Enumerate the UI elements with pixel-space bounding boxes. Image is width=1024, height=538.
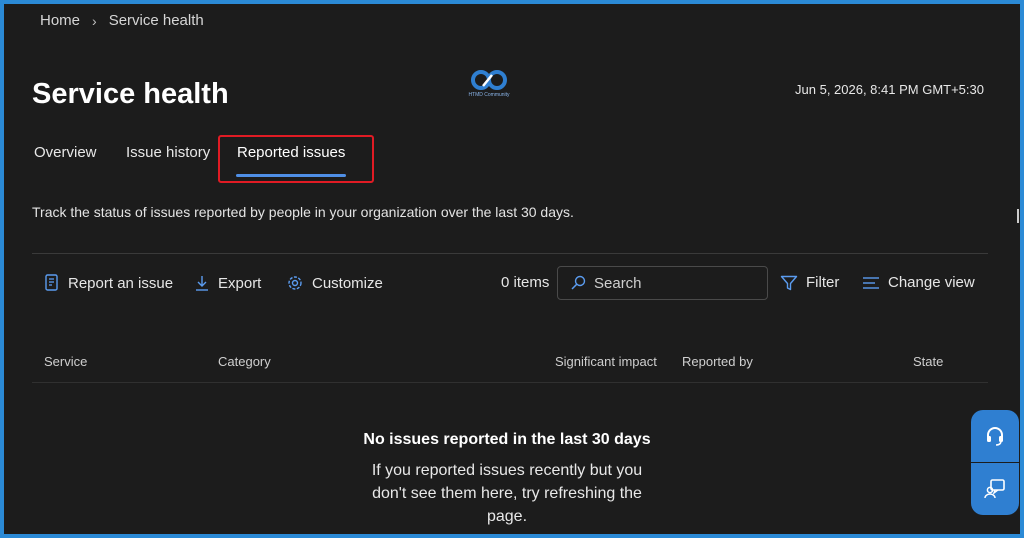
- filter-button[interactable]: Filter: [780, 274, 839, 291]
- export-button[interactable]: Export: [194, 274, 261, 292]
- feedback-button[interactable]: [971, 463, 1019, 515]
- report-icon: [45, 274, 58, 291]
- report-issue-button[interactable]: Report an issue: [44, 274, 173, 292]
- column-header-category[interactable]: Category: [218, 354, 271, 369]
- scroll-edge-marker: [1017, 209, 1019, 223]
- headset-icon: [987, 427, 1003, 446]
- app-window: Home › Service health HTMD Community Ser…: [4, 4, 1020, 534]
- gear-icon: [288, 276, 302, 290]
- help-support-button[interactable]: [971, 410, 1019, 462]
- table-header-divider: [32, 382, 988, 383]
- tab-overview[interactable]: Overview: [34, 144, 97, 161]
- column-header-state[interactable]: State: [913, 354, 943, 369]
- tab-issue-history[interactable]: Issue history: [126, 144, 210, 161]
- breadcrumb-current: Service health: [108, 12, 204, 29]
- export-label: Export: [218, 274, 262, 292]
- page-title: Service health: [32, 78, 229, 110]
- report-issue-label: Report an issue: [68, 274, 174, 292]
- customize-button[interactable]: Customize: [286, 274, 383, 292]
- filter-icon: [780, 275, 798, 290]
- download-icon: [196, 276, 208, 291]
- feedback-icon: [984, 479, 1005, 499]
- search-input[interactable]: [594, 274, 754, 292]
- column-header-significant-impact[interactable]: Significant impact: [555, 354, 657, 369]
- empty-state-title: No issues reported in the last 30 days: [363, 431, 651, 448]
- list-view-icon: [863, 276, 879, 289]
- search-box[interactable]: [557, 266, 768, 300]
- customize-label: Customize: [312, 274, 383, 292]
- brand-logo-text: HTMD Community: [468, 92, 510, 98]
- breadcrumb-home-link[interactable]: Home: [40, 12, 80, 29]
- brand-logo-icon: [471, 70, 507, 90]
- filter-label: Filter: [806, 274, 840, 291]
- chevron-right-icon: ›: [92, 12, 97, 29]
- brand-logo: HTMD Community: [468, 68, 510, 104]
- column-header-service[interactable]: Service: [44, 354, 87, 369]
- items-count: 0 items: [501, 274, 550, 291]
- search-icon: [571, 275, 586, 290]
- timestamp: Jun 5, 2026, 8:41 PM GMT+5:30: [795, 82, 984, 97]
- change-view-label: Change view: [888, 274, 975, 291]
- toolbar-divider: [32, 253, 988, 254]
- annotation-highlight-box: [218, 135, 374, 183]
- page-description: Track the status of issues reported by p…: [32, 204, 574, 220]
- change-view-button[interactable]: Change view: [862, 274, 975, 291]
- column-header-reported-by[interactable]: Reported by: [682, 354, 753, 369]
- breadcrumb: Home › Service health: [40, 12, 204, 29]
- empty-state-body: If you reported issues recently but you …: [371, 462, 643, 525]
